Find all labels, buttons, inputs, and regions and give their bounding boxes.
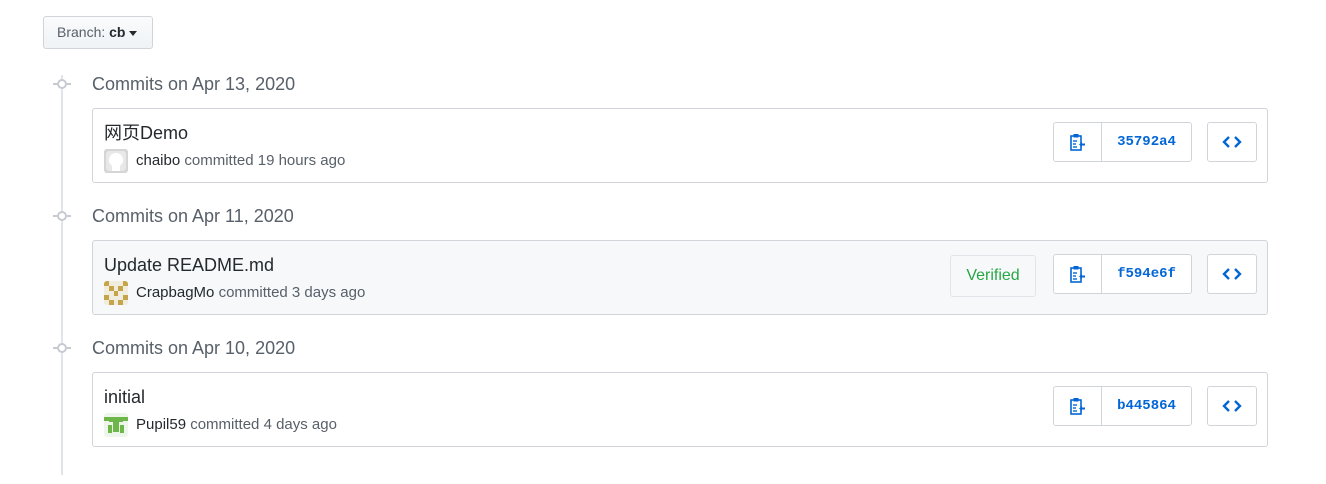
commit-group-title: Commits on Apr 11, 2020	[92, 206, 294, 226]
commit-message-link[interactable]: Update README.md	[104, 254, 274, 276]
git-commit-icon	[53, 343, 71, 353]
browse-repo-button[interactable]	[1207, 254, 1257, 294]
avatar[interactable]	[104, 149, 128, 173]
commit-item: initial Pupil59 committed 4 days ago b44…	[92, 372, 1268, 447]
git-commit-icon	[53, 79, 71, 89]
timeline-line	[61, 75, 63, 475]
commit-author-link[interactable]: Pupil59	[136, 416, 186, 433]
avatar[interactable]	[104, 413, 128, 437]
commit-author-link[interactable]: chaibo	[136, 152, 180, 169]
copy-sha-button[interactable]	[1054, 387, 1102, 425]
branch-label: Branch:	[57, 24, 106, 40]
clippy-icon	[1069, 398, 1085, 415]
git-commit-icon	[53, 211, 71, 221]
code-icon	[1222, 400, 1242, 412]
copy-sha-button[interactable]	[1054, 255, 1102, 293]
sha-button-group: f594e6f	[1053, 254, 1192, 294]
copy-sha-button[interactable]	[1054, 123, 1102, 161]
caret-down-icon	[129, 30, 138, 36]
browse-repo-button[interactable]	[1207, 122, 1257, 162]
commit-sha-link[interactable]: b445864	[1102, 387, 1191, 425]
commit-meta: CrapbagMo committed 3 days ago	[104, 281, 366, 305]
code-icon	[1222, 136, 1242, 148]
browse-repo-button[interactable]	[1207, 386, 1257, 426]
code-icon	[1222, 268, 1242, 280]
clippy-icon	[1069, 266, 1085, 283]
commit-item: Update README.md CrapbagMo committed 3 d…	[92, 240, 1268, 315]
commit-sha-link[interactable]: f594e6f	[1102, 255, 1191, 293]
commit-message-link[interactable]: 网页Demo	[104, 122, 188, 144]
clippy-icon	[1069, 134, 1085, 151]
commit-sha-link[interactable]: 35792a4	[1102, 123, 1191, 161]
commit-time: committed 4 days ago	[190, 415, 337, 433]
sha-button-group: 35792a4	[1053, 122, 1192, 162]
branch-name: cb	[109, 24, 126, 40]
commit-group-title: Commits on Apr 13, 2020	[92, 74, 296, 94]
avatar[interactable]	[104, 281, 128, 305]
commit-item: 网页Demo chaibo committed 19 hours ago 357…	[92, 108, 1268, 183]
sha-button-group: b445864	[1053, 386, 1192, 426]
commit-message-link[interactable]: initial	[104, 386, 145, 408]
commit-time: committed 3 days ago	[218, 283, 366, 301]
commit-group-title: Commits on Apr 10, 2020	[92, 338, 296, 358]
branch-select-button[interactable]: Branch: cb	[43, 16, 153, 49]
commit-meta: chaibo committed 19 hours ago	[104, 149, 346, 173]
commit-author-link[interactable]: CrapbagMo	[136, 284, 214, 301]
commit-time: committed 19 hours ago	[184, 151, 346, 169]
verified-badge[interactable]: Verified	[950, 255, 1036, 297]
commit-meta: Pupil59 committed 4 days ago	[104, 413, 337, 437]
